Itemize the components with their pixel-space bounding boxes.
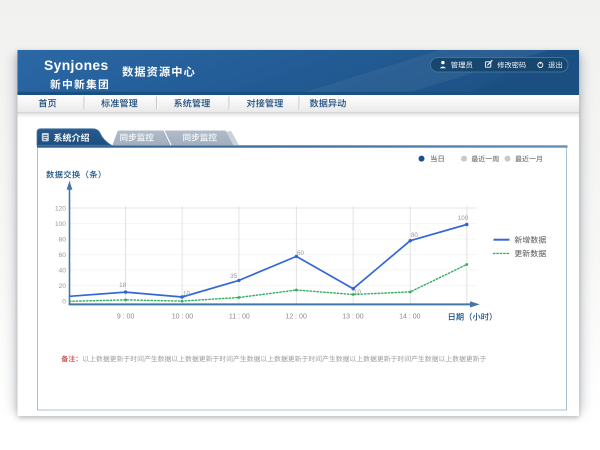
svg-text:20: 20 <box>59 283 67 290</box>
svg-text:9 : 00: 9 : 00 <box>117 314 135 321</box>
svg-text:0: 0 <box>62 299 66 306</box>
svg-text:13 : 00: 13 : 00 <box>342 314 364 321</box>
svg-text:80: 80 <box>411 232 418 239</box>
svg-text:11 : 00: 11 : 00 <box>229 314 250 321</box>
svg-text:14 : 00: 14 : 00 <box>399 314 421 321</box>
svg-text:10: 10 <box>354 289 361 296</box>
svg-text:100: 100 <box>55 221 66 228</box>
svg-text:10 : 00: 10 : 00 <box>172 314 194 321</box>
svg-text:12 : 00: 12 : 00 <box>285 314 307 321</box>
svg-text:18: 18 <box>119 282 126 289</box>
svg-text:35: 35 <box>230 273 237 280</box>
svg-text:60: 60 <box>297 250 304 257</box>
svg-text:100: 100 <box>458 215 469 222</box>
svg-text:120: 120 <box>55 206 66 213</box>
svg-text:Synjones: Synjones <box>44 57 109 73</box>
svg-text:60: 60 <box>59 252 67 259</box>
svg-text:40: 40 <box>59 268 67 275</box>
svg-text:80: 80 <box>59 237 67 244</box>
svg-text:10: 10 <box>183 291 190 298</box>
